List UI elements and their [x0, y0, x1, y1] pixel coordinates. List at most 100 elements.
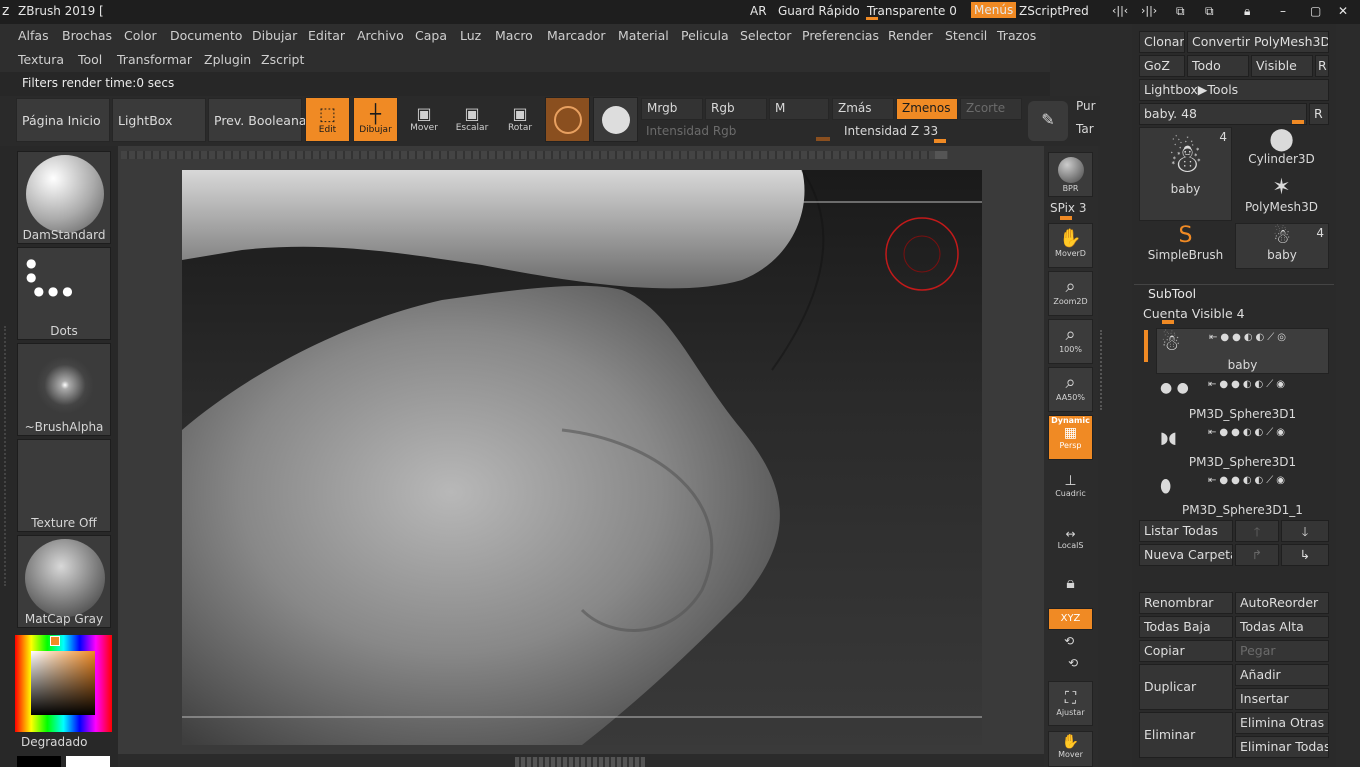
rotate-button[interactable]: ▣ Rotar — [498, 98, 542, 142]
draw-button[interactable]: ┼ Dibujar — [353, 97, 398, 142]
subtool-toggles-icon[interactable]: ⇤●●◐◐⟋◉ — [1208, 379, 1288, 390]
menu-preferencias[interactable]: Preferencias — [802, 28, 879, 43]
ar-button[interactable]: AR — [750, 4, 767, 18]
make-polymesh-button[interactable]: Convertir PolyMesh3D — [1187, 31, 1329, 53]
texture-selector[interactable]: Texture Off — [17, 439, 111, 532]
menu-zplugin[interactable]: Zplugin — [204, 52, 251, 67]
subtool-item-sphere3[interactable]: ⬮ ⇤●●◐◐⟋◉ PM3D_Sphere3D1_1 — [1156, 472, 1329, 518]
scroll-right-icon[interactable]: ›||› — [1141, 4, 1157, 17]
prev-boolean-button[interactable]: Prev. Booleana — [208, 98, 307, 142]
delete-all-button[interactable]: Eliminar Todas — [1235, 736, 1329, 758]
autoreorder-button[interactable]: AutoReorder — [1235, 592, 1329, 614]
current-tool-knob[interactable] — [1292, 120, 1304, 124]
minimize-icon[interactable]: – — [1280, 4, 1286, 18]
lock-camera-button[interactable]: 🔒︎ — [1048, 563, 1093, 608]
current-tool-slider[interactable]: baby. 48 — [1139, 103, 1307, 125]
goz-button[interactable]: GoZ — [1139, 55, 1185, 77]
subtool-scrollbar[interactable] — [1144, 330, 1148, 362]
tool-thumb-simplebrush[interactable]: S SimpleBrush — [1139, 223, 1232, 269]
move-down-icon[interactable]: 🡓 — [1281, 520, 1329, 542]
move-button[interactable]: ▣ Mover — [402, 98, 446, 142]
subtool-header[interactable]: SubTool — [1148, 286, 1196, 301]
lock-icon[interactable]: 🔒︎ — [1244, 4, 1250, 19]
stroke-selector[interactable]: ● ● ● ● ● Dots — [17, 247, 111, 340]
menu-luz[interactable]: Luz — [460, 28, 481, 43]
menu-macro[interactable]: Macro — [495, 28, 533, 43]
insert-button[interactable]: Insertar — [1235, 688, 1329, 710]
menu-zscript[interactable]: Zscript — [261, 52, 304, 67]
close-icon[interactable]: ✕ — [1338, 4, 1348, 18]
moverd-button[interactable]: ✋ MoverD — [1048, 223, 1093, 268]
tool-thumb-cylinder[interactable]: ⬤ Cylinder3D — [1234, 127, 1329, 173]
secondary-color-swatch[interactable] — [17, 756, 61, 767]
zsub-button[interactable]: Zmenos — [896, 98, 958, 120]
rgb-intensity-slider[interactable]: Intensidad Rgb — [641, 122, 833, 142]
frame-button[interactable]: ⛶ Ajustar — [1048, 681, 1093, 726]
clone-button[interactable]: Clonar — [1139, 31, 1185, 53]
sculptris-icon[interactable]: ✎ — [1028, 101, 1068, 141]
menu-marcador[interactable]: Marcador — [547, 28, 606, 43]
layout2-icon[interactable]: ⧉ — [1205, 4, 1214, 19]
bpr-button[interactable]: BPR — [1048, 152, 1093, 197]
actual-size-button[interactable]: ⌕ 100% — [1048, 319, 1093, 364]
rgb-button[interactable]: Rgb — [705, 98, 767, 120]
paste-button[interactable]: Pegar — [1235, 640, 1329, 662]
tool-thumb-polymesh[interactable]: ✶ PolyMesh3D — [1234, 175, 1329, 221]
move-view-button[interactable]: ✋ Mover — [1048, 731, 1093, 767]
folder-up-icon[interactable]: ↱ — [1235, 544, 1279, 566]
subtool-toggles-icon[interactable]: ⇤●●◐◐⟋◎ — [1209, 332, 1289, 343]
3d-viewport[interactable] — [182, 170, 982, 745]
zcut-button[interactable]: Zcorte — [960, 98, 1022, 120]
local-symmetry-button[interactable]: ↔ LocalS — [1048, 515, 1093, 560]
menu-dibujar[interactable]: Dibujar — [252, 28, 297, 43]
visible-count-knob[interactable] — [1162, 320, 1174, 324]
lightbox-tools-button[interactable]: Lightbox▶Tools — [1139, 79, 1329, 101]
goz-visible-button[interactable]: Visible — [1251, 55, 1313, 77]
lightbox-button[interactable]: LightBox — [112, 98, 206, 142]
menu-pelicula[interactable]: Pelicula — [681, 28, 729, 43]
color-picker[interactable] — [15, 635, 112, 732]
right-shelf-handle[interactable] — [1100, 330, 1106, 410]
delete-button[interactable]: Eliminar — [1139, 712, 1233, 758]
brush-selector[interactable]: DamStandard — [17, 151, 111, 244]
menu-textura[interactable]: Textura — [18, 52, 64, 67]
scale-button[interactable]: ▣ Escalar — [450, 98, 494, 142]
material-sphere-button[interactable] — [545, 97, 590, 142]
xyz-button[interactable]: XYZ — [1048, 608, 1093, 630]
menu-material[interactable]: Material — [618, 28, 669, 43]
z-intensity-knob[interactable] — [934, 139, 946, 143]
subtool-item-baby[interactable]: ☃ ⇤●●◐◐⟋◎ baby — [1156, 328, 1329, 374]
menu-render[interactable]: Render — [888, 28, 933, 43]
rename-button[interactable]: Renombrar — [1139, 592, 1233, 614]
rotate-y-icon[interactable]: ⟲ — [1064, 634, 1074, 648]
scroll-thumb[interactable] — [935, 151, 947, 159]
material-selector[interactable]: MatCap Gray — [17, 535, 111, 628]
polyf-button[interactable] — [593, 97, 638, 142]
tool-thumb-baby[interactable]: 4 ☃ baby — [1139, 127, 1232, 221]
persp-button[interactable]: Dynamic ▦ Persp — [1048, 415, 1093, 460]
maximize-icon[interactable]: ▢ — [1310, 4, 1321, 18]
floor-button[interactable]: ⊥ Cuadric — [1048, 463, 1093, 508]
duplicate-button[interactable]: Duplicar — [1139, 664, 1233, 710]
spix-slider[interactable]: SPix 3 — [1050, 201, 1086, 215]
hue-marker[interactable] — [50, 636, 60, 646]
transparent-slider-knob[interactable] — [866, 17, 878, 20]
subtool-item-sphere1[interactable]: ● ● ⇤●●◐◐⟋◉ PM3D_Sphere3D1 — [1156, 376, 1329, 422]
tool-thumb-baby-2[interactable]: 4 ☃ baby — [1235, 223, 1329, 269]
home-page-button[interactable]: Página Inicio — [16, 98, 110, 142]
list-all-button[interactable]: Listar Todas — [1139, 520, 1233, 542]
quicksave-button[interactable]: Guard Rápido — [778, 4, 860, 18]
zadd-button[interactable]: Zmás — [832, 98, 894, 120]
all-low-button[interactable]: Todas Baja — [1139, 616, 1233, 638]
rotate-z-icon[interactable]: ⟲ — [1068, 656, 1078, 670]
rgb-intensity-knob[interactable] — [816, 137, 830, 141]
menu-tool[interactable]: Tool — [78, 52, 102, 67]
mrgb-button[interactable]: Mrgb — [641, 98, 703, 120]
zoom2d-button[interactable]: ⌕ Zoom2D — [1048, 271, 1093, 316]
menu-trazos[interactable]: Trazos — [997, 28, 1036, 43]
menu-stencil[interactable]: Stencil — [945, 28, 987, 43]
menus-toggle[interactable]: Menús — [971, 2, 1017, 18]
subtool-toggles-icon[interactable]: ⇤●●◐◐⟋◉ — [1208, 427, 1288, 438]
alpha-selector[interactable]: ~BrushAlpha — [17, 343, 111, 436]
layout-icon[interactable]: ⧉ — [1176, 4, 1185, 19]
